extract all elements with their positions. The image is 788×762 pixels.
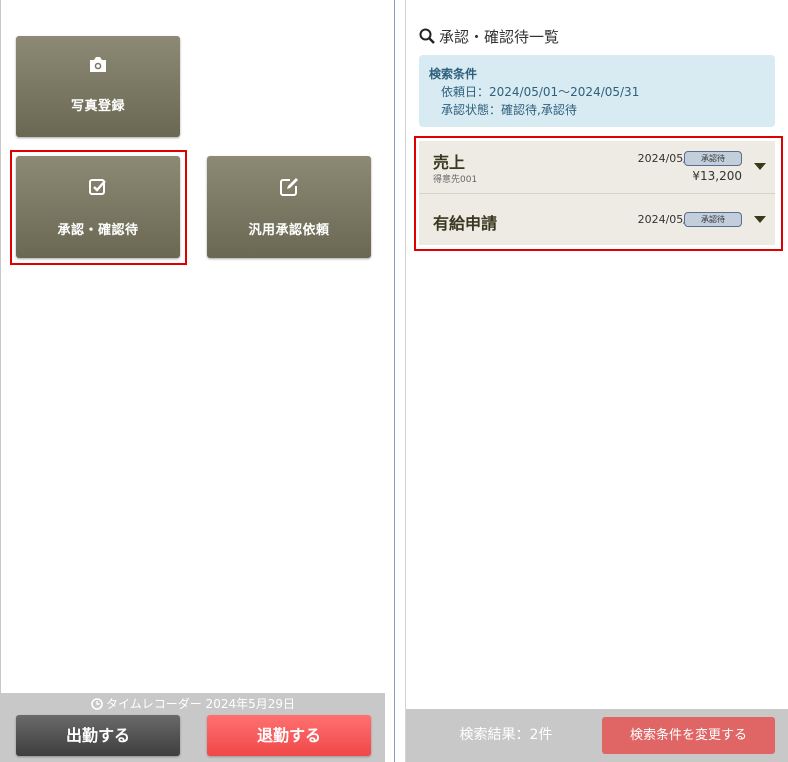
page-title-text: 承認・確認待一覧: [439, 28, 560, 46]
pane-divider: [394, 0, 395, 762]
camera-icon: [16, 56, 180, 77]
item-amount: ¥13,200: [692, 169, 742, 183]
item-title: 売上: [433, 153, 466, 172]
item-subtitle: 得意先001: [433, 175, 478, 185]
criteria-heading: 検索条件: [429, 67, 478, 81]
criteria-date-range: 依頼日：2024/05/01～2024/05/31: [441, 85, 640, 99]
result-count: 検索結果：2件: [459, 727, 553, 743]
approval-list-pane: 承認・確認待一覧 検索条件 依頼日：2024/05/01～2024/05/31 …: [406, 0, 788, 762]
clock-in-button[interactable]: 出勤する: [16, 715, 180, 756]
change-criteria-button[interactable]: 検索条件を変更する: [602, 717, 775, 754]
edit-square-icon: [207, 177, 371, 201]
criteria-status: 承認状態：確認待,承認待: [441, 103, 577, 117]
app-root: 写真登録 承認・確認待 汎用承認依頼 タイムレコーダー 2024年5月29日 出…: [0, 0, 788, 762]
menu-pane: 写真登録 承認・確認待 汎用承認依頼 タイムレコーダー 2024年5月29日 出…: [0, 0, 385, 762]
caret-down-icon[interactable]: [754, 163, 766, 170]
time-recorder-title-text: タイムレコーダー 2024年5月29日: [105, 697, 296, 711]
list-item[interactable]: 売上 得意先001 2024/05/29 承認待 ¥13,200: [419, 141, 775, 194]
time-recorder-title: タイムレコーダー 2024年5月29日: [1, 695, 385, 712]
check-square-icon: [16, 177, 180, 201]
status-badge: 承認待: [684, 212, 742, 227]
time-recorder-bar: タイムレコーダー 2024年5月29日 出勤する 退勤する: [1, 693, 385, 762]
general-approval-request-label: 汎用承認依頼: [248, 223, 330, 238]
approval-pending-button[interactable]: 承認・確認待: [16, 156, 180, 258]
approval-list: 売上 得意先001 2024/05/29 承認待 ¥13,200 有給申請 20…: [419, 141, 775, 245]
search-criteria-box: 検索条件 依頼日：2024/05/01～2024/05/31 承認状態：確認待,…: [419, 55, 775, 127]
photo-register-label: 写真登録: [70, 99, 125, 114]
photo-register-button[interactable]: 写真登録: [16, 36, 180, 137]
general-approval-request-button[interactable]: 汎用承認依頼: [207, 156, 371, 258]
clock-icon: [91, 698, 103, 710]
status-badge: 承認待: [684, 151, 742, 166]
search-icon: [419, 28, 435, 44]
item-title: 有給申請: [433, 214, 498, 233]
list-item[interactable]: 有給申請 2024/05/29 承認待: [419, 194, 775, 247]
clock-out-button[interactable]: 退勤する: [207, 715, 371, 756]
page-title: 承認・確認待一覧: [419, 26, 559, 47]
approval-pending-label: 承認・確認待: [57, 223, 139, 238]
result-bar: 検索結果：2件 検索条件を変更する: [406, 709, 788, 762]
caret-down-icon[interactable]: [754, 216, 766, 223]
